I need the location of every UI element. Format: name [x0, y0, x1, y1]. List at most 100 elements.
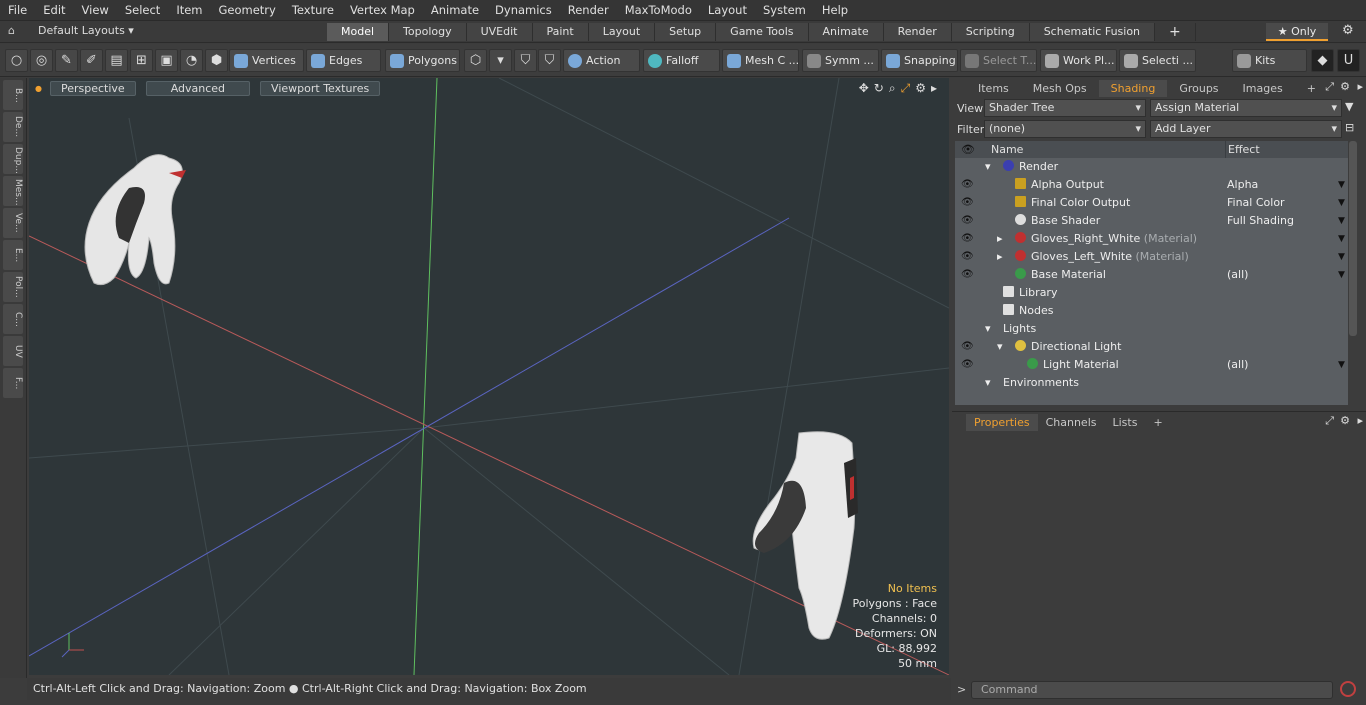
eye-icon[interactable]: 👁	[961, 176, 974, 194]
menu-maxtomodo[interactable]: MaxToModo	[617, 0, 700, 21]
tab-topology[interactable]: Topology	[389, 23, 467, 41]
menu-file[interactable]: File	[0, 0, 35, 21]
add-layer-dropdown[interactable]: Add Layer	[1150, 120, 1342, 138]
tab-uvedit[interactable]: UVEdit	[466, 23, 533, 41]
dropdown-arrow-icon[interactable]: ▼	[1338, 194, 1345, 212]
viewport-textures-button[interactable]: Viewport Textures	[260, 80, 381, 96]
menu-render[interactable]: Render	[560, 0, 617, 21]
menu-vertex-map[interactable]: Vertex Map	[342, 0, 423, 21]
collapse-icon[interactable]: ⊟	[1345, 121, 1354, 134]
left-tab-polygon[interactable]: Pol...	[3, 272, 23, 302]
expand-arrow-icon[interactable]: ▸	[997, 230, 1003, 248]
tree-row-light-material[interactable]: 👁 Light Material (all) ▼	[955, 356, 1348, 374]
frame-icon[interactable]: ▣	[155, 49, 178, 72]
cube-mode-icon[interactable]: ⬢	[205, 49, 228, 72]
polygons-button[interactable]: Polygons	[385, 49, 460, 72]
rotate-icon[interactable]: ◔	[180, 49, 203, 72]
final-color-output-effect[interactable]: Final Color	[1227, 194, 1285, 212]
only-button[interactable]: ★ Only	[1266, 23, 1328, 41]
record-icon[interactable]	[1340, 681, 1356, 697]
filter-funnel-icon[interactable]: ▼	[1345, 100, 1353, 113]
tab-lists[interactable]: Lists	[1105, 414, 1146, 431]
expand-arrow-icon[interactable]: ▾	[985, 374, 991, 392]
left-tab-fusion[interactable]: F...	[3, 368, 23, 398]
tab-groups[interactable]: Groups	[1167, 80, 1230, 97]
filter-dropdown[interactable]: (none)	[984, 120, 1146, 138]
tree-row-library[interactable]: Library	[955, 284, 1348, 302]
rotate-view-icon[interactable]: ↻	[874, 81, 884, 96]
base-material-effect[interactable]: (all)	[1227, 266, 1248, 284]
tree-scrollbar[interactable]	[1349, 141, 1357, 336]
tab-items[interactable]: Items	[966, 80, 1021, 97]
tree-row-gloves-left[interactable]: 👁 ▸ Gloves_Left_White (Material) ▼	[955, 248, 1348, 266]
tab-properties[interactable]: Properties	[966, 414, 1038, 431]
move-view-icon[interactable]: ✥	[859, 81, 869, 96]
menu-system[interactable]: System	[755, 0, 814, 21]
left-tab-basic[interactable]: B...	[3, 80, 23, 110]
eye-icon[interactable]: 👁	[961, 212, 974, 230]
tree-row-environments[interactable]: ▾ Environments	[955, 374, 1348, 392]
menu-dynamics[interactable]: Dynamics	[487, 0, 560, 21]
tab-setup[interactable]: Setup	[655, 23, 717, 41]
name-column-header[interactable]: Name	[981, 141, 1225, 158]
pen-icon[interactable]: ✎	[55, 49, 78, 72]
circle-select-icon[interactable]: ○	[5, 49, 28, 72]
tab-paint[interactable]: Paint	[532, 23, 589, 41]
tab-mesh-ops[interactable]: Mesh Ops	[1021, 80, 1099, 97]
unity-icon[interactable]: ◆	[1311, 49, 1334, 72]
work-plane-button[interactable]: Work Pl...	[1040, 49, 1117, 72]
center-icon[interactable]: ⊞	[130, 49, 153, 72]
menu-help[interactable]: Help	[814, 0, 856, 21]
tab-shading[interactable]: Shading	[1098, 80, 1168, 97]
action-center-icon[interactable]: ⛉	[538, 49, 561, 72]
edges-button[interactable]: Edges	[306, 49, 381, 72]
properties-arrow-icon[interactable]: ▸	[1357, 414, 1363, 427]
add-properties-tab-button[interactable]: +	[1145, 414, 1170, 431]
expand-arrow-icon[interactable]: ▾	[985, 158, 991, 176]
menu-view[interactable]: View	[74, 0, 117, 21]
symmetry-button[interactable]: Symm ...	[802, 49, 879, 72]
light-material-effect[interactable]: (all)	[1227, 356, 1248, 374]
mesh-constraint-button[interactable]: Mesh C ...	[722, 49, 799, 72]
left-tab-curve[interactable]: C...	[3, 304, 23, 334]
advanced-button[interactable]: Advanced	[145, 80, 251, 96]
eye-icon[interactable]: 👁	[961, 230, 974, 248]
left-tab-vertex[interactable]: Ve...	[3, 208, 23, 238]
mode-dropdown-icon[interactable]: ▾	[489, 49, 512, 72]
tab-scripting[interactable]: Scripting	[951, 23, 1030, 41]
tab-animate[interactable]: Animate	[808, 23, 884, 41]
menu-item[interactable]: Item	[168, 0, 210, 21]
globe-icon[interactable]: ◎	[30, 49, 53, 72]
maximize-view-icon[interactable]: ⤢	[901, 81, 911, 96]
falloff-button[interactable]: Falloff	[643, 49, 720, 72]
left-tab-edge[interactable]: E...	[3, 240, 23, 270]
tree-row-gloves-right[interactable]: 👁 ▸ Gloves_Right_White (Material) ▼	[955, 230, 1348, 248]
panel-settings-icon[interactable]: ⚙	[1340, 80, 1350, 93]
tab-layout[interactable]: Layout	[588, 23, 656, 41]
item-mode-icon[interactable]: ⬡	[464, 49, 487, 72]
expand-arrow-icon[interactable]: ▸	[997, 248, 1003, 266]
tab-render[interactable]: Render	[883, 23, 952, 41]
tree-row-final-color-output[interactable]: 👁 Final Color Output Final Color ▼	[955, 194, 1348, 212]
eye-icon[interactable]: 👁	[961, 194, 974, 212]
properties-settings-icon[interactable]: ⚙	[1340, 414, 1350, 427]
menu-geometry[interactable]: Geometry	[211, 0, 284, 21]
add-tab-button[interactable]: +	[1155, 23, 1196, 41]
vertices-button[interactable]: Vertices	[229, 49, 304, 72]
select-through-button[interactable]: Select T...	[960, 49, 1037, 72]
menu-layout[interactable]: Layout	[700, 0, 755, 21]
left-tab-duplicate[interactable]: Dup...	[3, 144, 23, 174]
eye-icon[interactable]: 👁	[961, 338, 974, 356]
tree-row-base-material[interactable]: 👁 Base Material (all) ▼	[955, 266, 1348, 284]
tab-channels[interactable]: Channels	[1038, 414, 1105, 431]
tree-row-render[interactable]: ▾ Render	[955, 158, 1348, 176]
tab-images[interactable]: Images	[1231, 80, 1295, 97]
settings-icon[interactable]: ⚙	[1342, 23, 1354, 38]
snapping-button[interactable]: Snapping	[881, 49, 958, 72]
command-input[interactable]: Command	[971, 681, 1333, 699]
panel-expand-icon[interactable]: ⤢	[1325, 80, 1334, 94]
expand-arrow-icon[interactable]: ▸	[931, 81, 937, 96]
unreal-icon[interactable]: U	[1337, 49, 1360, 72]
view-dropdown[interactable]: Shader Tree	[984, 99, 1146, 117]
alpha-output-effect[interactable]: Alpha	[1227, 176, 1258, 194]
